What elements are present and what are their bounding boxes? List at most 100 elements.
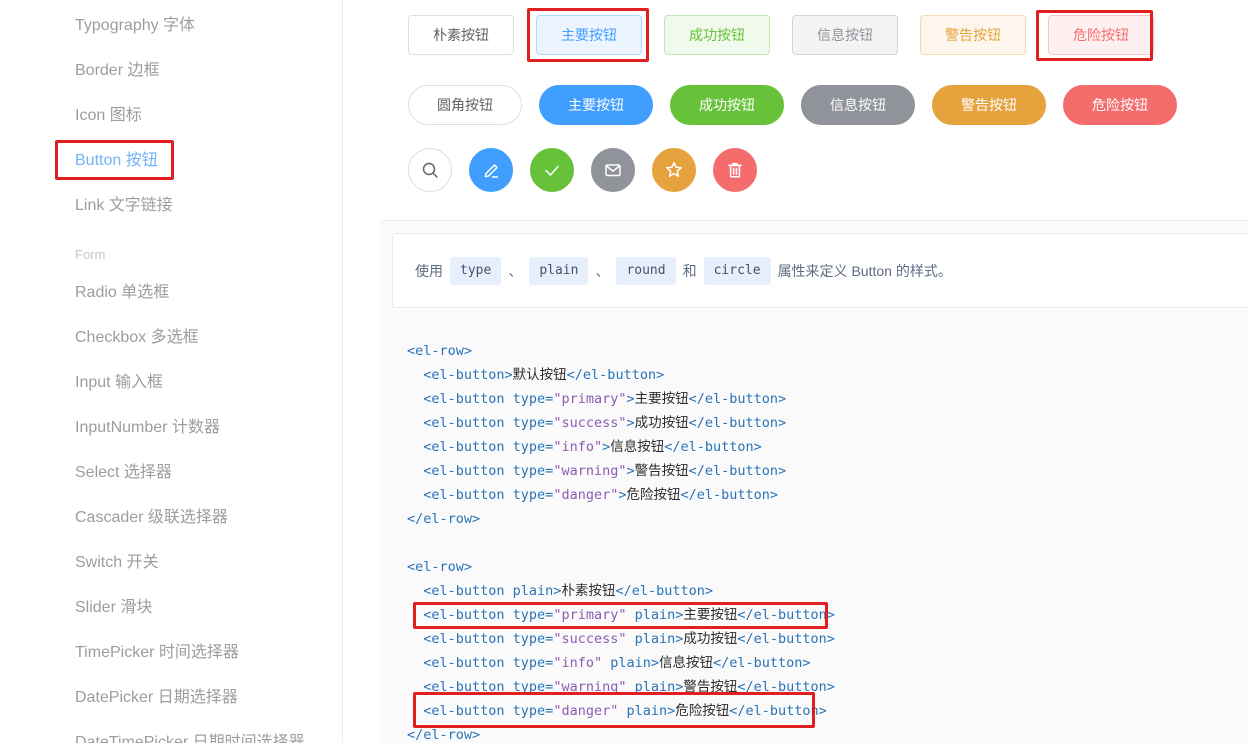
sidebar-item-border[interactable]: Border 边框 bbox=[0, 48, 342, 93]
code-token: 主要按钮 bbox=[683, 607, 738, 623]
sidebar-nav: Typography 字体 Border 边框 Icon 图标 Button 按钮 Li… bbox=[0, 0, 343, 743]
code-token: "success" bbox=[553, 631, 627, 647]
circle-button-default[interactable] bbox=[408, 148, 452, 192]
sidebar-item-radio[interactable]: Radio 单选框 bbox=[0, 270, 342, 315]
code-token: <el-button type= bbox=[423, 487, 554, 503]
message-icon bbox=[603, 160, 623, 180]
code-token: <el-row> bbox=[407, 343, 473, 359]
sidebar-item-input[interactable]: Input 输入框 bbox=[0, 360, 342, 405]
sidebar-item-inputnumber[interactable]: InputNumber 计数器 bbox=[0, 405, 342, 450]
sidebar-item-timepicker[interactable]: TimePicker 时间选择器 bbox=[0, 630, 342, 675]
sidebar-item-checkbox[interactable]: Checkbox 多选框 bbox=[0, 315, 342, 360]
code-token: </el-button> bbox=[566, 367, 665, 383]
sidebar-item-datepicker[interactable]: DatePicker 日期选择器 bbox=[0, 675, 342, 720]
inline-code-token: plain bbox=[529, 256, 589, 285]
code-token: </el-button> bbox=[688, 415, 787, 431]
round-button-success[interactable]: 成功按钮 bbox=[670, 85, 784, 125]
plain-button-info[interactable]: 信息按钮 bbox=[792, 15, 898, 55]
code-token: > bbox=[626, 415, 635, 431]
code-token: <el-button type= bbox=[423, 703, 554, 719]
plain-button-primary[interactable]: 主要按钮 bbox=[536, 15, 642, 55]
code-token: 主要按钮 bbox=[634, 391, 689, 407]
code-token: "info" bbox=[553, 655, 603, 671]
round-button-default[interactable]: 圆角按钮 bbox=[408, 85, 522, 125]
sidebar-item-switch[interactable]: Switch 开关 bbox=[0, 540, 342, 585]
code-token: plain> bbox=[618, 703, 676, 719]
plain-button-success[interactable]: 成功按钮 bbox=[664, 15, 770, 55]
code-token: </el-button> bbox=[664, 439, 762, 455]
circle-button-warning[interactable] bbox=[652, 148, 696, 192]
code-token: 危险按钮 bbox=[626, 487, 681, 503]
code-token: <el-button type= bbox=[423, 607, 554, 623]
code-token: plain> bbox=[626, 607, 684, 623]
code-line: <el-button plain>朴素按钮</el-button> bbox=[407, 579, 1248, 603]
plain-button-danger[interactable]: 危险按钮 bbox=[1048, 15, 1154, 55]
code-line: <el-button type="primary" plain>主要按钮</el… bbox=[407, 603, 1248, 627]
code-token: <el-button type= bbox=[423, 655, 554, 671]
sidebar-item-link[interactable]: Link 文字链接 bbox=[0, 183, 342, 228]
code-line: <el-row> bbox=[407, 339, 1248, 363]
circle-button-danger[interactable] bbox=[713, 148, 757, 192]
button-demo-area: 朴素按钮 主要按钮 成功按钮 信息按钮 警告按钮 危险按钮 圆角按钮 主要按钮 成功按钮 信息按… bbox=[408, 0, 1177, 192]
round-button-warning[interactable]: 警告按钮 bbox=[932, 85, 1046, 125]
circle-button-success[interactable] bbox=[530, 148, 574, 192]
round-button-danger[interactable]: 危险按钮 bbox=[1063, 85, 1177, 125]
code-token: "danger" bbox=[553, 487, 619, 503]
inline-code-token: circle bbox=[703, 256, 771, 285]
code-token: > bbox=[626, 463, 635, 479]
code-token: <el-row> bbox=[407, 559, 473, 575]
code-token: </el-button> bbox=[713, 655, 811, 671]
code-token: 警告按钮 bbox=[634, 463, 689, 479]
sidebar-item-datetimepicker[interactable]: DateTimePicker 日期时间选择器 bbox=[0, 720, 342, 743]
code-token: </el-button> bbox=[737, 679, 835, 695]
code-line: <el-button type="danger" plain>危险按钮</el-… bbox=[407, 699, 1248, 723]
check-icon bbox=[542, 160, 562, 180]
sidebar-item-select[interactable]: Select 选择器 bbox=[0, 450, 342, 495]
plain-button-warning[interactable]: 警告按钮 bbox=[920, 15, 1026, 55]
code-token: </el-button> bbox=[729, 703, 827, 719]
code-line: <el-row> bbox=[407, 555, 1248, 579]
code-token: "success" bbox=[553, 415, 627, 431]
code-token: 警告按钮 bbox=[683, 679, 738, 695]
sidebar-item-icon[interactable]: Icon 图标 bbox=[0, 93, 342, 138]
code-line: <el-button type="info" plain>信息按钮</el-bu… bbox=[407, 651, 1248, 675]
round-button-info[interactable]: 信息按钮 bbox=[801, 85, 915, 125]
sidebar-item-cascader[interactable]: Cascader 级联选择器 bbox=[0, 495, 342, 540]
code-line: <el-button type="success" plain>成功按钮</el… bbox=[407, 627, 1248, 651]
code-token: </el-button> bbox=[688, 391, 787, 407]
code-token: </el-row> bbox=[407, 727, 481, 743]
description-text: 、 bbox=[595, 262, 610, 279]
description-text: 、 bbox=[508, 262, 523, 279]
delete-icon bbox=[725, 160, 745, 180]
plain-button-default[interactable]: 朴素按钮 bbox=[408, 15, 514, 55]
inline-code-token: round bbox=[616, 256, 676, 285]
edit-icon bbox=[481, 160, 501, 180]
code-token: 默认按钮 bbox=[512, 367, 567, 383]
code-token: <el-button> bbox=[423, 367, 513, 383]
code-token: </el-button> bbox=[680, 487, 779, 503]
sidebar-item-typography[interactable]: Typography 字体 bbox=[0, 3, 342, 48]
code-line: <el-button type="danger">危险按钮</el-button… bbox=[407, 483, 1248, 507]
code-token: </el-button> bbox=[737, 631, 835, 647]
code-token: plain> bbox=[626, 679, 684, 695]
description-text: 属性来定义 Button 的样式。 bbox=[777, 262, 952, 279]
plain-buttons-row: 朴素按钮 主要按钮 成功按钮 信息按钮 警告按钮 危险按钮 bbox=[408, 15, 1177, 55]
code-line: <el-button type="warning" plain>警告按钮</el… bbox=[407, 675, 1248, 699]
search-icon bbox=[420, 160, 440, 180]
circle-button-primary[interactable] bbox=[469, 148, 513, 192]
code-token: <el-button plain> bbox=[423, 583, 562, 599]
code-token: </el-row> bbox=[407, 511, 481, 527]
demo-meta-section: 使用 type 、 plain 、 round 和 circle 属性来定义 B… bbox=[380, 220, 1248, 743]
code-line: <el-button type="info">信息按钮</el-button> bbox=[407, 435, 1248, 459]
circle-button-info[interactable] bbox=[591, 148, 635, 192]
round-button-primary[interactable]: 主要按钮 bbox=[539, 85, 653, 125]
sidebar-item-slider[interactable]: Slider 滑块 bbox=[0, 585, 342, 630]
code-token: > bbox=[626, 391, 635, 407]
sidebar-item-button[interactable]: Button 按钮 bbox=[0, 138, 342, 183]
